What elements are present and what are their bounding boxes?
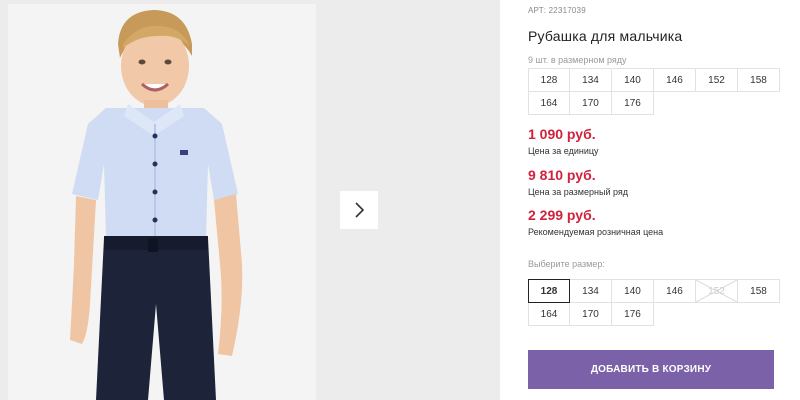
choose-size-label: Выберите размер: [528,259,605,269]
product-info: АРТ: 22317039 Рубашка для мальчика 9 шт.… [528,0,790,400]
size-option-170[interactable]: 170 [569,302,612,326]
size-row-cell: 128 [528,68,570,92]
size-row-cell: 146 [653,68,696,92]
size-row-cell: 152 [695,68,738,92]
size-row-cell: 134 [569,68,612,92]
product-gallery [0,0,500,400]
retail-price: 2 299 руб. [528,207,596,223]
article-number: АРТ: 22317039 [528,6,586,15]
product-title: Рубашка для мальчика [528,28,683,44]
size-option-176[interactable]: 176 [611,302,654,326]
size-option-140[interactable]: 140 [611,279,654,303]
strikethrough-icon [696,280,737,302]
size-row-cell: 164 [528,91,570,115]
size-option-158[interactable]: 158 [737,279,780,303]
unit-price-label: Цена за единицу [528,146,599,156]
size-row-cell: 140 [611,68,654,92]
row-price-label: Цена за размерный ряд [528,187,629,197]
size-row-grid: 128 134 140 146 152 158 164 170 176 [528,68,780,115]
product-page: АРТ: 22317039 Рубашка для мальчика 9 шт.… [0,0,800,400]
row-price: 9 810 руб. [528,167,596,183]
unit-price: 1 090 руб. [528,126,596,142]
size-option-146[interactable]: 146 [653,279,696,303]
size-row-cell: 170 [569,91,612,115]
size-row-cell: 176 [611,91,654,115]
product-image [8,4,316,400]
gallery-next-button[interactable] [340,191,378,229]
add-to-cart-button[interactable]: ДОБАВИТЬ В КОРЗИНУ [528,350,774,389]
size-row-note: 9 шт. в размерном ряду [528,55,627,65]
size-option-164[interactable]: 164 [528,302,570,326]
chevron-right-icon [355,202,365,218]
size-option-152-unavailable: 152 [695,279,738,303]
product-photo[interactable] [8,4,316,400]
size-row-cell: 158 [737,68,780,92]
size-option-128[interactable]: 128 [528,279,570,303]
retail-price-label: Рекомендуемая розничная цена [528,227,664,237]
size-picker: 128 134 140 146 152 158 164 170 176 [528,279,780,326]
size-option-134[interactable]: 134 [569,279,612,303]
